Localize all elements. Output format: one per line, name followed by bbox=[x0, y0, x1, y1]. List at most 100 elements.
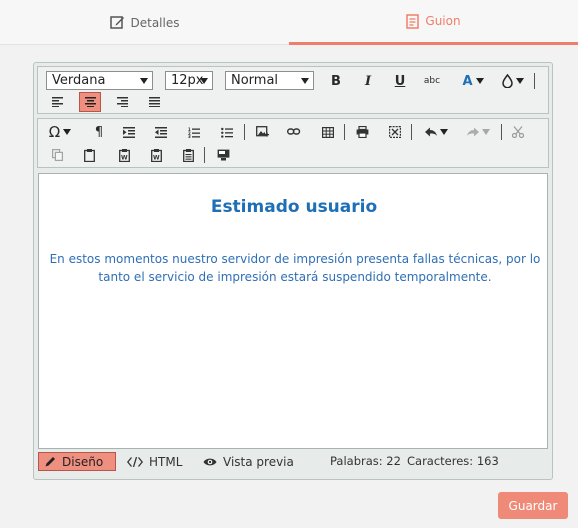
strikethrough-button[interactable]: abc bbox=[421, 71, 443, 91]
save-button[interactable]: Guardar bbox=[498, 492, 568, 519]
table-icon bbox=[322, 126, 334, 138]
fullscreen-icon bbox=[389, 126, 401, 138]
print-button[interactable] bbox=[351, 122, 373, 142]
undo-button[interactable] bbox=[420, 122, 452, 142]
chevron-down-icon bbox=[481, 129, 490, 135]
paragraph-format-select[interactable]: Normal bbox=[225, 71, 314, 90]
indent-button[interactable] bbox=[118, 122, 140, 142]
redo-button[interactable] bbox=[462, 122, 494, 142]
text-color-button[interactable]: A bbox=[458, 71, 488, 91]
align-left-icon bbox=[51, 97, 63, 107]
design-mode-button[interactable]: Diseño bbox=[38, 452, 116, 471]
paste-as-text-button[interactable] bbox=[177, 145, 199, 165]
preview-mode-label: Vista previa bbox=[223, 454, 294, 469]
copy-button[interactable] bbox=[46, 145, 68, 165]
tab-script[interactable]: Guion bbox=[289, 0, 578, 45]
tab-details-label: Detalles bbox=[130, 15, 180, 30]
code-icon bbox=[127, 456, 143, 467]
pencil-icon bbox=[45, 457, 55, 467]
align-left-button[interactable] bbox=[46, 92, 68, 112]
chevron-down-icon bbox=[63, 129, 72, 135]
edit-icon bbox=[109, 15, 125, 30]
printer-icon bbox=[356, 126, 368, 138]
bullet-list-button[interactable] bbox=[216, 122, 238, 142]
background-color-button[interactable] bbox=[498, 71, 528, 91]
font-family-select[interactable]: Verdana bbox=[46, 71, 153, 90]
clipboard-icon bbox=[83, 148, 95, 162]
formatting-toolbar: Verdana 12px Normal B I U abc A bbox=[37, 66, 549, 114]
font-size-value: 12px bbox=[171, 73, 204, 88]
fullscreen-button[interactable] bbox=[384, 122, 406, 142]
align-center-button[interactable] bbox=[79, 92, 101, 112]
tab-details[interactable]: Detalles bbox=[0, 0, 289, 45]
cut-button[interactable] bbox=[507, 122, 529, 142]
text-color-label: A bbox=[462, 73, 473, 89]
align-right-button[interactable] bbox=[111, 92, 133, 112]
editor-statusbar: Diseño HTML Vista previa Palabras: 22 Ca… bbox=[37, 451, 549, 473]
save-button-label: Guardar bbox=[508, 498, 558, 513]
editor-content[interactable]: Estimado usuario En estos momentos nuest… bbox=[38, 173, 548, 449]
toolbar-separator bbox=[244, 124, 245, 140]
paragraph-mark-button[interactable]: ¶ bbox=[88, 122, 110, 142]
chevron-down-icon bbox=[439, 129, 448, 135]
ordered-list-button[interactable]: 123 bbox=[183, 122, 205, 142]
special-characters-label: Ω bbox=[48, 123, 61, 141]
toolbar-separator bbox=[204, 147, 205, 163]
underline-label: U bbox=[394, 73, 406, 89]
tab-bar: Detalles Guion bbox=[0, 0, 578, 45]
content-heading: Estimado usuario bbox=[210, 197, 378, 217]
align-right-icon bbox=[116, 97, 128, 107]
toolbar-separator bbox=[501, 124, 502, 140]
special-characters-button[interactable]: Ω bbox=[44, 122, 76, 142]
image-icon bbox=[255, 126, 269, 137]
outdent-button[interactable] bbox=[150, 122, 172, 142]
chevron-down-icon bbox=[516, 78, 524, 84]
insert-link-button[interactable] bbox=[283, 122, 305, 142]
copy-icon bbox=[51, 149, 63, 161]
bold-button[interactable]: B bbox=[325, 71, 347, 91]
word-count: Palabras: 22 bbox=[330, 454, 401, 468]
ordered-list-icon: 123 bbox=[188, 127, 200, 138]
content-paragraph: En estos momentos nuestro servidor de im… bbox=[49, 252, 541, 284]
underline-button[interactable]: U bbox=[389, 71, 411, 91]
tab-script-label: Guion bbox=[425, 14, 461, 28]
paste-button[interactable] bbox=[78, 145, 100, 165]
paste-word-icon: W bbox=[118, 148, 130, 162]
italic-button[interactable]: I bbox=[357, 71, 379, 91]
insert-toolbar: Ω ¶ 123 W W bbox=[37, 118, 549, 168]
toolbar-separator bbox=[534, 73, 535, 89]
html-mode-button[interactable]: HTML bbox=[121, 452, 188, 471]
align-center-icon bbox=[84, 97, 96, 107]
align-justify-icon bbox=[148, 97, 160, 107]
design-mode-label: Diseño bbox=[62, 454, 104, 469]
font-size-select[interactable]: 12px bbox=[165, 71, 213, 90]
insert-image-button[interactable] bbox=[251, 122, 273, 142]
toolbar-separator bbox=[411, 124, 412, 140]
paragraph-mark-label: ¶ bbox=[94, 124, 104, 140]
monitor-icon bbox=[217, 149, 229, 161]
font-family-value: Verdana bbox=[52, 73, 106, 88]
html-mode-label: HTML bbox=[149, 454, 183, 469]
preview-button[interactable] bbox=[212, 145, 234, 165]
undo-icon bbox=[424, 127, 437, 137]
bold-label: B bbox=[331, 73, 341, 89]
droplet-icon bbox=[502, 74, 513, 88]
chevron-down-icon bbox=[200, 78, 208, 84]
chevron-down-icon bbox=[475, 78, 484, 84]
chevron-down-icon bbox=[140, 78, 148, 84]
align-justify-button[interactable] bbox=[143, 92, 165, 112]
preview-mode-button[interactable]: Vista previa bbox=[197, 452, 300, 471]
redo-icon bbox=[466, 127, 479, 137]
bullet-list-icon bbox=[221, 127, 233, 138]
strikethrough-label: abc bbox=[423, 76, 441, 86]
svg-text:W: W bbox=[121, 154, 128, 161]
indent-icon bbox=[123, 126, 135, 138]
paste-text-icon bbox=[182, 148, 194, 162]
svg-text:W: W bbox=[153, 154, 160, 161]
insert-table-button[interactable] bbox=[317, 122, 339, 142]
paste-as-word-button[interactable]: W bbox=[145, 145, 167, 165]
paragraph-format-value: Normal bbox=[231, 73, 279, 88]
paste-from-word-button[interactable]: W bbox=[113, 145, 135, 165]
document-icon bbox=[406, 13, 420, 29]
svg-text:3: 3 bbox=[188, 134, 191, 138]
